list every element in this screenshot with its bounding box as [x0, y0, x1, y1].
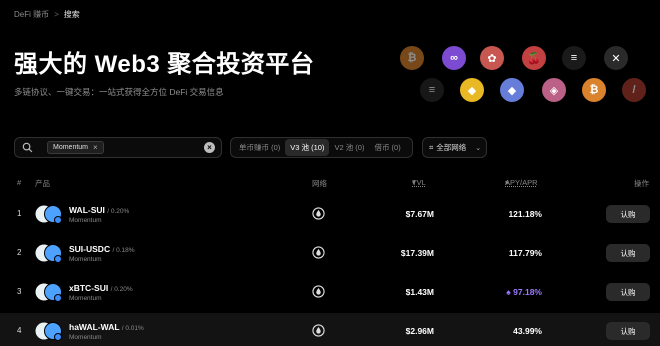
row-index: 4	[17, 326, 22, 335]
breadcrumb-defi-link[interactable]: DeFi 赚币	[14, 9, 49, 20]
ape-icon: ✿	[480, 46, 504, 70]
apy-value: 121.18%	[508, 209, 542, 219]
pool-fee-tier: / 0.18%	[112, 247, 135, 254]
solana-icon: ≡	[562, 46, 586, 70]
col-product: 产品	[35, 179, 50, 188]
pool-fee-tier: / 0.20%	[107, 208, 130, 215]
subscribe-button[interactable]: 认购	[606, 244, 650, 262]
row-index: 2	[17, 248, 22, 257]
token-pair-icon	[35, 283, 62, 302]
col-index: #	[17, 178, 22, 187]
sort-down-icon: ▾	[412, 178, 416, 187]
pool-pair-name: haWAL-WAL / 0.01%	[69, 322, 144, 332]
breadcrumb-separator: >	[54, 10, 59, 19]
protocol-name: Momentum	[69, 256, 102, 263]
slash-icon: /	[622, 78, 646, 102]
pool-pair-label: haWAL-WAL	[69, 322, 120, 332]
ethereum-icon: ◆	[500, 78, 524, 102]
pool-pair-name: xBTC-SUI / 0.20%	[69, 283, 133, 293]
search-chip-label: Momentum	[53, 144, 89, 151]
tvl-value: $7.67M	[405, 209, 434, 219]
sui-network-icon	[312, 324, 325, 337]
apy-value-text: 97.18%	[513, 287, 542, 297]
tab-v3-pool[interactable]: V3 池 (10)	[285, 139, 330, 156]
tvl-value: $17.39M	[400, 248, 434, 258]
tab-v2-pool[interactable]: V2 池 (0)	[329, 139, 369, 156]
network-filter-dropdown[interactable]: ⌗ 全部网络 ⌄	[422, 137, 487, 158]
row-index: 1	[17, 209, 22, 218]
token-pair-icon	[35, 322, 62, 341]
tron-icon: ≡	[420, 78, 444, 102]
shield-icon: ◈	[542, 78, 566, 102]
pool-pair-name: WAL-SUI / 0.20%	[69, 205, 129, 215]
pool-fee-tier: / 0.01%	[121, 325, 144, 332]
table-row[interactable]: 4 haWAL-WAL / 0.01% Momentum $2.96M 43.99% 认购	[0, 313, 660, 346]
row-index: 3	[17, 287, 22, 296]
subscribe-button[interactable]: 认购	[606, 205, 650, 223]
subscribe-button[interactable]: 认购	[606, 322, 650, 340]
pool-type-tabs: 单币赚币 (0) V3 池 (10) V2 池 (0) 借币 (0)	[230, 137, 413, 158]
cherry-icon: 🍒	[522, 46, 546, 70]
page-subtitle: 多链协议、一键交易：一站式获得全方位 DeFi 交易信息	[14, 87, 224, 97]
page-title: 强大的 Web3 聚合投资平台	[14, 51, 315, 78]
pool-pair-label: xBTC-SUI	[69, 283, 109, 293]
chevron-down-icon: ⌄	[475, 144, 482, 152]
sui-network-icon	[312, 207, 325, 220]
token-pair-icon	[35, 205, 62, 224]
col-action: 操作	[634, 179, 649, 188]
protocol-name: Momentum	[69, 295, 102, 302]
tab-borrow[interactable]: 借币 (0)	[369, 139, 405, 156]
search-icon	[22, 142, 33, 153]
tab-single-coin[interactable]: 单币赚币 (0)	[234, 139, 285, 156]
search-input[interactable]: Momentum × ×	[14, 137, 222, 158]
token-pair-icon	[35, 244, 62, 263]
pool-fee-tier: / 0.20%	[110, 286, 133, 293]
sort-down-icon: ▾	[505, 178, 509, 187]
network-filter-label: 全部网络	[436, 143, 467, 152]
bnb-icon: ◆	[460, 78, 484, 102]
tvl-value: $1.43M	[405, 287, 434, 297]
table-row[interactable]: 2 SUI-USDC / 0.18% Momentum $17.39M 117.79% 认…	[0, 235, 660, 271]
apy-value: 117.79%	[509, 248, 542, 258]
bitcoin-icon: ₿	[582, 78, 606, 102]
apy-value: 43.99%	[513, 326, 542, 336]
col-network: 网络	[312, 179, 327, 188]
pool-pair-label: SUI-USDC	[69, 244, 111, 254]
apy-value-text: 43.99%	[513, 326, 542, 336]
tvl-value: $2.96M	[405, 326, 434, 336]
pool-pair-label: WAL-SUI	[69, 205, 105, 215]
col-apy-label: APY/APR	[505, 178, 538, 187]
table-row[interactable]: 1 WAL-SUI / 0.20% Momentum $7.67M 121.18% 认购	[0, 196, 660, 232]
apy-value-text: 117.79%	[508, 248, 542, 258]
protocol-name: Momentum	[69, 217, 102, 224]
search-filter-chip: Momentum ×	[47, 141, 104, 154]
sui-network-icon	[312, 246, 325, 259]
pool-pair-name: SUI-USDC / 0.18%	[69, 244, 135, 254]
apy-value: ♠ 97.18%	[506, 287, 542, 297]
grid-icon: ⌗	[429, 142, 434, 152]
polygon-icon: ∞	[442, 46, 466, 70]
table-header: # 产品 网络 TVL ▾ APY/APR ▾ 操作	[0, 178, 660, 190]
table-row[interactable]: 3 xBTC-SUI / 0.20% Momentum $1.43M ♠ 97.18% 认…	[0, 274, 660, 310]
protocol-name: Momentum	[69, 334, 102, 341]
subscribe-button[interactable]: 认购	[606, 283, 650, 301]
sui-network-icon	[312, 285, 325, 298]
breadcrumb-current: 搜索	[63, 10, 80, 19]
okx-icon: ✕	[604, 46, 628, 70]
chip-remove-icon[interactable]: ×	[93, 143, 98, 152]
clear-search-icon[interactable]: ×	[204, 142, 215, 153]
coin-logo-cluster: ₿ ∞ ✿ 🍒 ≡ ✕ ≡ ◆ ◆ ◈ ₿ /	[396, 44, 660, 104]
apy-value-text: 121.18%	[508, 209, 542, 219]
breadcrumb: DeFi 赚币 > 搜索	[14, 9, 80, 20]
bitcoin-icon: ₿	[400, 46, 424, 70]
